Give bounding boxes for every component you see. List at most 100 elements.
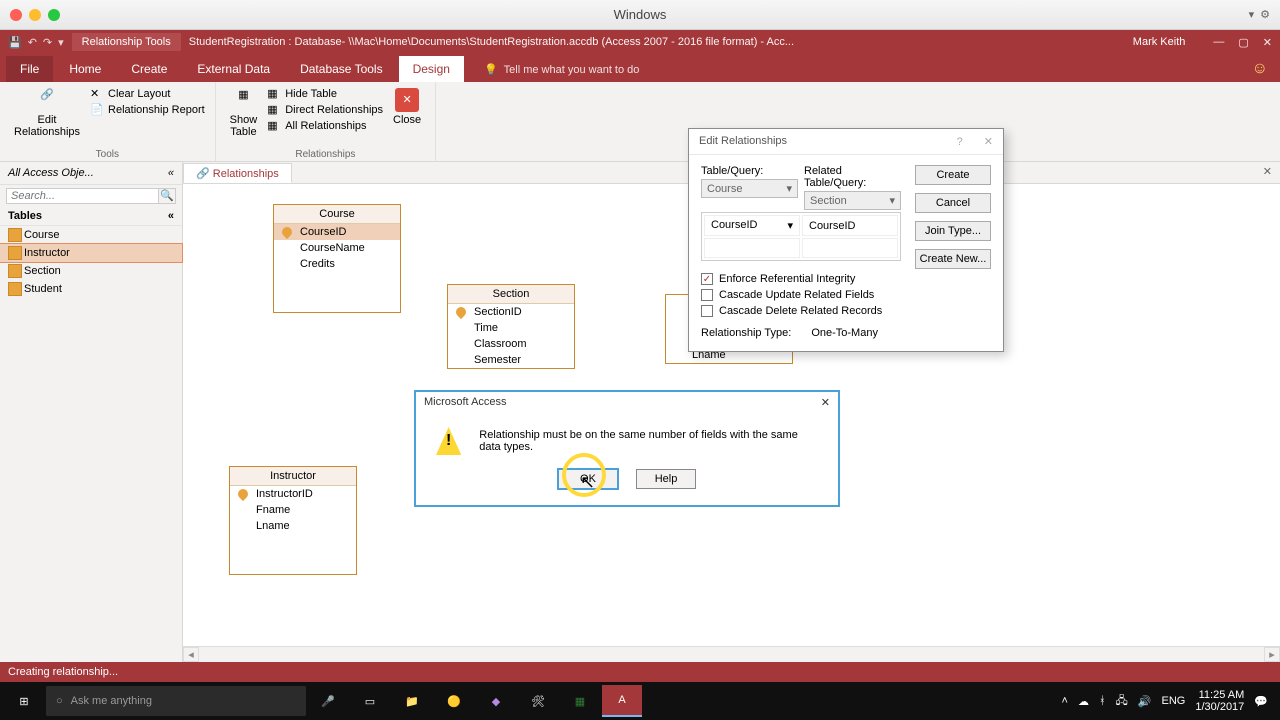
scroll-right-arrow[interactable]: ▸ — [1264, 647, 1280, 662]
table-row[interactable]: Semester — [448, 352, 574, 368]
cascade-delete-checkbox[interactable]: Cascade Delete Related Records — [701, 305, 901, 317]
table-row[interactable]: CourseID — [274, 224, 400, 240]
chrome-icon[interactable]: 🟡 — [434, 685, 474, 717]
table-row[interactable]: Classroom — [448, 336, 574, 352]
mic-icon[interactable]: 🎤 — [308, 685, 348, 717]
document-tab-relationships[interactable]: 🔗 Relationships — [183, 163, 292, 183]
mac-minimize-button[interactable] — [29, 9, 41, 21]
edit-relationships-button[interactable]: 🔗 Edit Relationships — [10, 86, 84, 140]
collapse-group-icon[interactable]: « — [168, 210, 174, 222]
qa-customize-icon[interactable]: ▾ — [58, 36, 64, 49]
tab-design[interactable]: Design — [399, 56, 464, 82]
direct-relationships-button[interactable]: ▦Direct Relationships — [267, 102, 383, 118]
window-minimize-button[interactable]: — — [1213, 36, 1224, 49]
clear-layout-button[interactable]: ✕Clear Layout — [90, 86, 205, 102]
start-button[interactable]: ⊞ — [4, 685, 44, 717]
nav-header[interactable]: All Access Obje... « — [0, 162, 182, 185]
clock-date: 1/30/2017 — [1195, 701, 1244, 713]
table-section-header[interactable]: Section — [448, 285, 574, 304]
windows-taskbar: ⊞ ○ Ask me anything 🎤 ▭ 📁 🟡 ◆ 🛠 ▦ A ˄ ☁ … — [0, 682, 1280, 720]
cascade-update-checkbox[interactable]: Cascade Update Related Fields — [701, 289, 901, 301]
volume-icon[interactable]: 🔊 — [1138, 695, 1152, 708]
table-row[interactable]: Lname — [230, 518, 356, 534]
scroll-left-arrow[interactable]: ◂ — [183, 647, 199, 662]
nav-item-instructor[interactable]: Instructor — [0, 244, 182, 262]
mac-zoom-button[interactable] — [48, 9, 60, 21]
close-document-button[interactable]: ✕ — [1255, 162, 1280, 183]
cortana-search[interactable]: ○ Ask me anything — [46, 686, 306, 716]
chevron-down-icon[interactable]: ▾ — [787, 219, 793, 232]
mac-titlebar: Windows ▾ ⚙ — [0, 0, 1280, 30]
all-relationships-button[interactable]: ▦All Relationships — [267, 118, 383, 134]
redo-icon[interactable]: ↷ — [43, 36, 52, 49]
file-explorer-icon[interactable]: 📁 — [392, 685, 432, 717]
tab-home[interactable]: Home — [55, 56, 115, 82]
table-query-combo[interactable]: Course▾ — [701, 179, 798, 198]
tab-file[interactable]: File — [6, 56, 53, 82]
create-button[interactable]: Create — [915, 165, 991, 185]
join-type-button[interactable]: Join Type... — [915, 221, 991, 241]
mac-close-button[interactable] — [10, 9, 22, 21]
related-table-combo[interactable]: Section▾ — [804, 191, 901, 210]
close-button[interactable]: ✕ Close — [389, 86, 425, 128]
table-instructor-header[interactable]: Instructor — [230, 467, 356, 486]
nav-item-student[interactable]: Student — [0, 280, 182, 298]
tab-database-tools[interactable]: Database Tools — [286, 56, 397, 82]
nav-item-course[interactable]: Course — [0, 226, 182, 244]
help-button[interactable]: Help — [636, 469, 696, 489]
nav-item-section[interactable]: Section — [0, 262, 182, 280]
nav-collapse-icon[interactable]: « — [168, 167, 174, 179]
table-row[interactable]: CourseName — [274, 240, 400, 256]
feedback-smiley-icon[interactable]: ☺ — [1252, 60, 1268, 82]
onedrive-icon[interactable]: ☁ — [1078, 695, 1089, 708]
cancel-button[interactable]: Cancel — [915, 193, 991, 213]
message-close-button[interactable]: ✕ — [821, 396, 830, 409]
tell-me-search[interactable]: 💡 Tell me what you want to do — [484, 63, 639, 82]
enforce-integrity-checkbox[interactable]: ✓Enforce Referential Integrity — [701, 273, 901, 285]
table-row[interactable]: SectionID — [448, 304, 574, 320]
network-icon[interactable]: 🖧 — [1116, 692, 1128, 711]
combo-value: Course — [707, 183, 742, 195]
tab-create[interactable]: Create — [117, 56, 181, 82]
dialog-help-icon[interactable]: ? — [957, 136, 963, 148]
contextual-tab-title: Relationship Tools — [72, 33, 181, 51]
table-row[interactable]: InstructorID — [230, 486, 356, 502]
nav-group-tables[interactable]: Tables « — [0, 207, 182, 226]
task-view-button[interactable]: ▭ — [350, 685, 390, 717]
language-indicator[interactable]: ENG — [1162, 695, 1186, 707]
bluetooth-icon[interactable]: ᚼ — [1099, 695, 1106, 707]
hide-table-button[interactable]: ▦Hide Table — [267, 86, 383, 102]
ok-button[interactable]: OK — [558, 469, 618, 489]
table-row[interactable]: Fname — [230, 502, 356, 518]
horizontal-scrollbar[interactable]: ◂ ▸ — [183, 646, 1280, 662]
mac-menu-icon[interactable]: ▾ — [1249, 8, 1255, 21]
status-bar: Creating relationship... — [0, 662, 1280, 682]
action-center-icon[interactable]: 💬 — [1254, 695, 1268, 708]
access-icon[interactable]: A — [602, 685, 642, 717]
dialog-close-button[interactable]: ✕ — [984, 136, 993, 148]
table-course-header[interactable]: Course — [274, 205, 400, 224]
mac-gear-icon[interactable]: ⚙ — [1260, 8, 1270, 21]
search-icon[interactable]: 🔍 — [159, 188, 176, 204]
nav-search-input[interactable] — [6, 188, 159, 204]
visual-studio-icon[interactable]: ◆ — [476, 685, 516, 717]
show-table-button[interactable]: ▦ Show Table — [226, 86, 262, 140]
tab-external-data[interactable]: External Data — [183, 56, 284, 82]
tray-chevron-icon[interactable]: ˄ — [1062, 695, 1068, 707]
app-icon[interactable]: 🛠 — [518, 685, 558, 717]
right-field-cell[interactable]: CourseID — [802, 215, 898, 236]
window-close-button[interactable]: ✕ — [1263, 36, 1272, 49]
relationship-report-button[interactable]: 📄Relationship Report — [90, 102, 205, 118]
save-icon[interactable]: 💾 — [8, 36, 22, 49]
create-new-button[interactable]: Create New... — [915, 249, 991, 269]
window-restore-button[interactable]: ▢ — [1238, 36, 1248, 49]
clock[interactable]: 11:25 AM 1/30/2017 — [1195, 689, 1244, 713]
excel-icon[interactable]: ▦ — [560, 685, 600, 717]
table-row[interactable]: Time — [448, 320, 574, 336]
undo-icon[interactable]: ↶ — [28, 36, 37, 49]
left-field-cell[interactable]: CourseID — [711, 219, 757, 232]
ribbon-tabs: File Home Create External Data Database … — [0, 54, 1280, 82]
table-row[interactable]: Credits — [274, 256, 400, 272]
message-text: Relationship must be on the same number … — [479, 429, 818, 453]
hide-table-label: Hide Table — [285, 88, 337, 100]
